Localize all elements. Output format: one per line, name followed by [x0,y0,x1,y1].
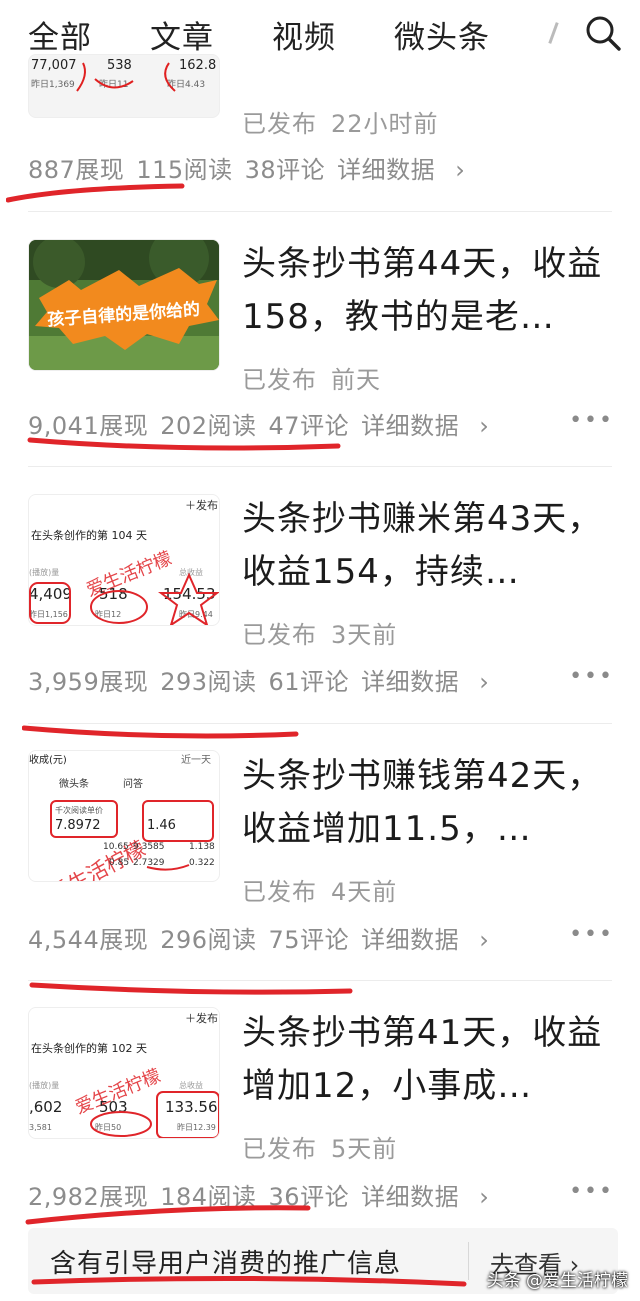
publish-status: 已发布 [242,110,317,138]
article-item[interactable]: 收成(元) 近一天 微头条 问答 千次阅读单价 7.8972 1.46 爱生活柠… [0,724,640,980]
article-status: 已发布 3天前 [242,615,397,650]
divider [468,1242,469,1280]
thumb-text: 133.56 [165,1098,218,1116]
thumb-text: (播放)量 [29,1080,59,1090]
comments-count: 61评论 [268,668,350,696]
impressions-count: 9,041展现 [28,412,149,440]
impressions-count: 4,544展现 [28,926,149,954]
article-item[interactable]: ＋发布 在头条创作的第 102 天 爱生活柠檬 (播放)量 总收益 ,602 5… [0,981,640,1227]
thumb-text: 在头条创作的第 102 天 [31,1041,147,1055]
reads-count: 296阅读 [160,926,257,954]
article-stats: 3,959展现 293阅读 61评论 详细数据 › [28,662,501,697]
article-thumbnail: 孩子自律的是你给的 [28,239,220,371]
thumb-text: 0.322 [189,858,215,868]
impressions-count: 2,982展现 [28,1183,149,1211]
reads-count: 184阅读 [160,1183,257,1211]
publish-time: 5天前 [331,1135,398,1163]
tab-all[interactable]: 全部 [28,12,92,57]
reads-count: 293阅读 [160,668,257,696]
article-title[interactable]: 头条抄书第41天，收益增加12，小事成… [242,1007,612,1113]
article-thumbnail: ＋发布 在头条创作的第 102 天 爱生活柠檬 (播放)量 总收益 ,602 5… [28,1007,220,1139]
more-dots-icon[interactable]: ••• [569,408,614,433]
thumb-text: 9.3585 [133,842,165,852]
detail-data-link[interactable]: 详细数据 › [361,668,489,696]
thumb-text: 4,409 [29,585,72,603]
thumb-text: 77,007 [31,58,77,73]
reads-count: 202阅读 [160,412,257,440]
comments-count: 36评论 [268,1183,350,1211]
publish-status: 已发布 [242,1135,317,1163]
detail-data-link[interactable]: 详细数据 › [361,1183,489,1211]
thumb-text: 问答 [123,777,143,790]
thumb-text: 3,581 [29,1123,52,1132]
thumb-text: 近一天 [181,753,211,766]
detail-data-link[interactable]: 详细数据 › [337,156,465,184]
tab-videos[interactable]: 视频 [272,12,336,57]
comments-count: 47评论 [268,412,350,440]
article-status: 已发布 前天 [242,360,381,395]
impressions-count: 887展现 [28,156,125,184]
article-stats: 9,041展现 202阅读 47评论 详细数据 › [28,406,501,441]
thumb-text: 昨日1,369 [31,78,75,90]
thumb-text: 0.85 [109,858,129,868]
thumb-text: 总收益 [179,567,203,577]
publish-status: 已发布 [242,878,317,906]
detail-data-link[interactable]: 详细数据 › [361,412,489,440]
article-thumbnail: ＋发布 在头条创作的第 104 天 爱生活柠檬 (播放)量 总收益 4,409 … [28,494,220,626]
watermark-text: 头条 @爱生活柠檬 [486,1271,628,1291]
publish-time: 22小时前 [331,110,439,138]
publish-status: 已发布 [242,366,317,394]
thumb-text: 1.46 [147,818,176,833]
thumb-text: ,602 [29,1098,62,1116]
article-stats: 4,544展现 296阅读 75评论 详细数据 › [28,920,501,955]
thumb-text: 在头条创作的第 104 天 [31,528,147,542]
thumb-text: ＋发布 [185,498,218,512]
article-item[interactable]: 77,007 538 162.8 昨日1,369 昨日11 昨日4.43 已发布… [0,54,640,212]
impressions-count: 3,959展现 [28,668,149,696]
thumb-text: 昨日12.39 [177,1122,216,1132]
thumb-text: 162.8 [179,58,216,73]
article-title[interactable]: 头条抄书赚钱第42天，收益增加11.5，… [242,750,612,856]
detail-data-link[interactable]: 详细数据 › [361,926,489,954]
publish-time: 4天前 [331,878,398,906]
promo-notice-text: 含有引导用户消费的推广信息 [50,1249,402,1279]
article-title[interactable]: 头条抄书第44天，收益158，教书的是老… [242,238,612,344]
tab-micro-posts[interactable]: 微头条 [394,12,490,57]
thumb-text: 昨日1,156 [29,609,68,619]
thumb-text: 收成(元) [29,753,67,766]
more-dots-icon[interactable]: ••• [569,1179,614,1204]
article-thumbnail: 77,007 538 162.8 昨日1,369 昨日11 昨日4.43 [28,54,220,118]
publish-time: 3天前 [331,621,398,649]
article-status: 已发布 4天前 [242,872,397,907]
article-thumbnail: 收成(元) 近一天 微头条 问答 千次阅读单价 7.8972 1.46 爱生活柠… [28,750,220,882]
article-item[interactable]: ＋发布 在头条创作的第 104 天 爱生活柠檬 (播放)量 总收益 4,409 … [0,467,640,723]
publish-status: 已发布 [242,621,317,649]
article-item[interactable]: 孩子自律的是你给的 头条抄书第44天，收益158，教书的是老… 已发布 前天 9,… [0,212,640,466]
thumb-text: 10.65 [103,842,129,852]
thumb-text: 昨日50 [95,1122,121,1132]
search-icon[interactable] [584,14,622,52]
thumb-text: 总收益 [179,1080,203,1090]
article-status: 已发布 5天前 [242,1129,397,1164]
reads-count: 115阅读 [136,156,233,184]
article-stats: 2,982展现 184阅读 36评论 详细数据 › [28,1177,501,1212]
article-status: 已发布 22小时前 [242,104,439,139]
publish-time: 前天 [331,366,381,394]
more-dots-icon[interactable]: ••• [569,664,614,689]
thumb-text: ＋发布 [185,1011,218,1025]
tab-articles[interactable]: 文章 [150,12,214,57]
thumb-text: 1.138 [189,842,215,852]
thumb-text: 538 [107,58,132,73]
thumb-text: (播放)量 [29,567,59,577]
more-dots-icon[interactable]: ••• [569,922,614,947]
thumb-text: 千次阅读单价 [55,805,103,815]
thumb-text: 微头条 [59,777,89,790]
comments-count: 38评论 [244,156,326,184]
tab-overflow-hint [548,22,559,44]
article-title[interactable]: 头条抄书赚米第43天，收益154，持续… [242,493,612,599]
comments-count: 75评论 [268,926,350,954]
thumb-text: 7.8972 [55,818,101,833]
article-stats: 887展现 115阅读 38评论 详细数据 › [28,150,477,185]
